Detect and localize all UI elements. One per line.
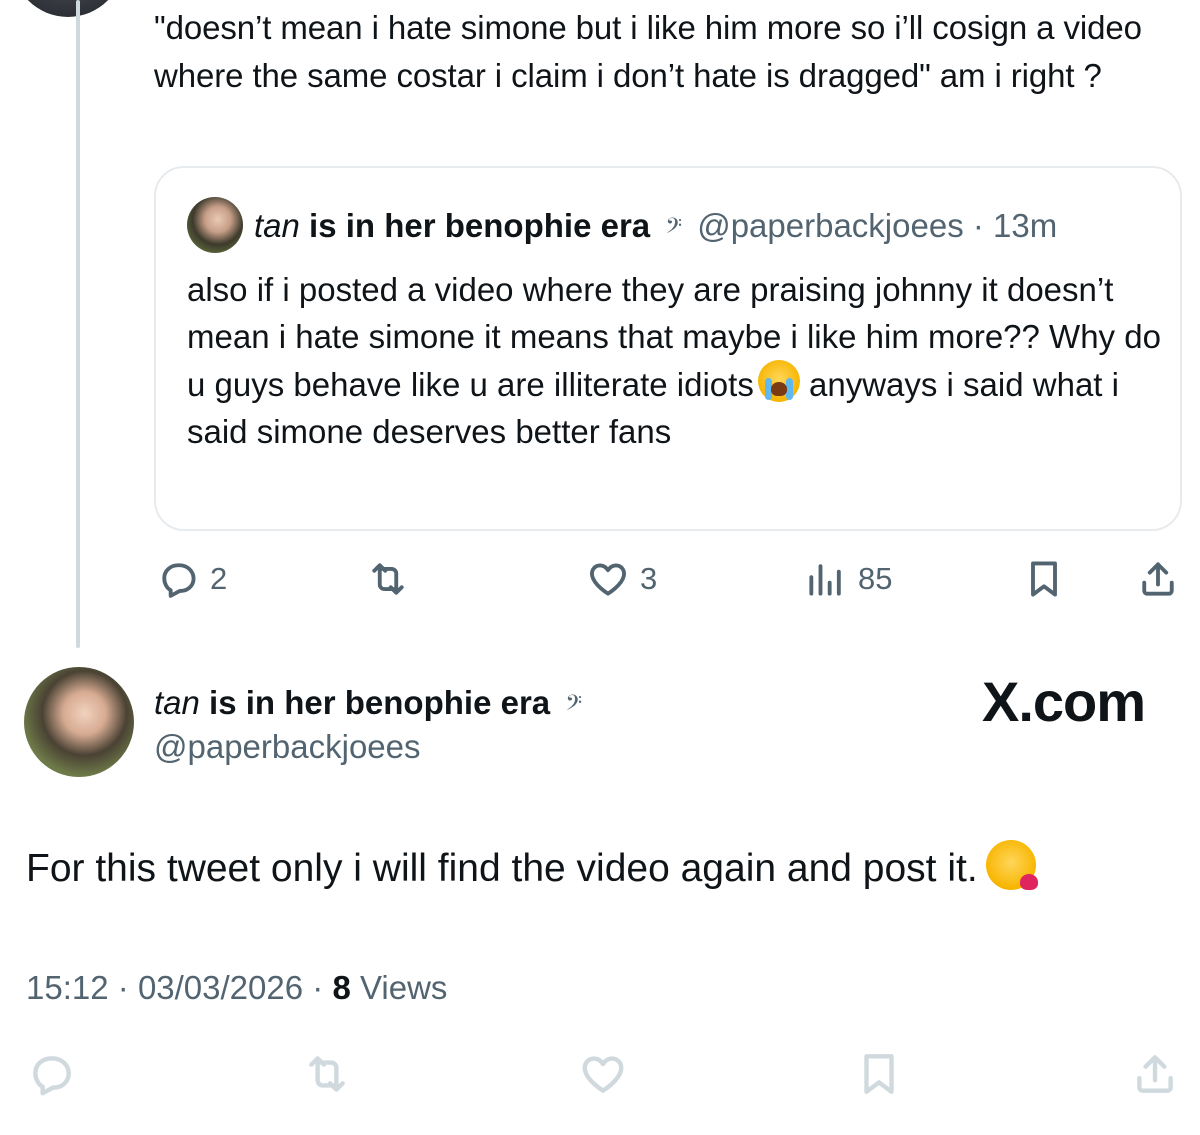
thread-connector-line: [76, 0, 80, 648]
header-separator: ·: [972, 207, 984, 244]
reply-count: 2: [210, 561, 228, 596]
views-button[interactable]: 85: [804, 555, 892, 603]
quoted-tweet-header: tan is in her benophie era 𝄢 @paperbackj…: [254, 204, 1057, 250]
author-avatar[interactable]: [24, 667, 134, 777]
tweet-meta: 15:12 · 03/03/2026 · 8 Views: [26, 966, 447, 1010]
retweet-button[interactable]: [302, 1050, 352, 1098]
quoted-author-handle[interactable]: @paperbackjoees: [697, 207, 964, 244]
parent-avatar[interactable]: [12, 0, 124, 17]
reply-icon: [33, 1056, 71, 1096]
heart-icon: [582, 1056, 624, 1093]
share-button[interactable]: [1136, 555, 1180, 603]
kissing-face-emoji-icon: [985, 840, 1038, 890]
reply-button[interactable]: [26, 1050, 76, 1098]
parent-tweet-actions: 2 3 85: [154, 555, 1184, 605]
quoted-tweet-time[interactable]: 13m: [993, 207, 1057, 244]
tweet-text-body: For this tweet only i will find the vide…: [26, 847, 978, 890]
like-count: 3: [640, 561, 658, 596]
meta-separator: ·: [312, 969, 324, 1006]
analytics-bar-icon: [809, 564, 841, 596]
tweet-date[interactable]: 03/03/2026: [138, 969, 303, 1006]
bass-clef-icon: 𝄢: [665, 213, 683, 243]
tweet-views-count: 8: [332, 969, 351, 1006]
reply-icon: [162, 563, 196, 598]
heart-icon: [590, 563, 626, 596]
bass-clef-icon: 𝄢: [565, 690, 583, 720]
like-button[interactable]: [578, 1050, 628, 1098]
reply-button[interactable]: 2: [156, 555, 227, 603]
share-button[interactable]: [1130, 1050, 1180, 1098]
bookmark-button[interactable]: [854, 1050, 904, 1098]
quoted-author-name-italic[interactable]: tan: [254, 207, 300, 244]
bookmark-button[interactable]: [1022, 555, 1066, 603]
share-icon: [1142, 562, 1174, 596]
author-name-italic[interactable]: tan: [154, 684, 200, 721]
author-name[interactable]: is in her benophie era: [209, 684, 550, 721]
author-name-row: tan is in her benophie era 𝄢: [154, 682, 588, 726]
bookmark-icon: [1031, 561, 1057, 597]
crying-face-emoji-icon: [757, 360, 800, 402]
author-handle[interactable]: @paperbackjoees: [154, 726, 421, 768]
tweet-time[interactable]: 15:12: [26, 969, 109, 1006]
bookmark-icon: [864, 1054, 894, 1094]
share-icon: [1137, 1055, 1173, 1093]
retweet-icon: [309, 1056, 345, 1092]
quoted-tweet-text: also if i posted a video where they are …: [187, 266, 1167, 455]
quoted-tweet-avatar[interactable]: [187, 197, 243, 253]
tweet-actions: [26, 1050, 1186, 1110]
quoted-author-name[interactable]: is in her benophie era: [309, 207, 650, 244]
tweet-views-label[interactable]: Views: [360, 969, 447, 1006]
tweet-text: For this tweet only i will find the vide…: [26, 840, 1176, 896]
retweet-button[interactable]: [366, 555, 420, 603]
views-count: 85: [858, 561, 893, 596]
retweet-icon: [372, 563, 404, 595]
parent-tweet-text: "doesn’t mean i hate simone but i like h…: [154, 9, 1142, 94]
like-button[interactable]: 3: [586, 555, 657, 603]
meta-separator: ·: [117, 969, 129, 1006]
x-com-watermark: X.com: [982, 670, 1146, 733]
